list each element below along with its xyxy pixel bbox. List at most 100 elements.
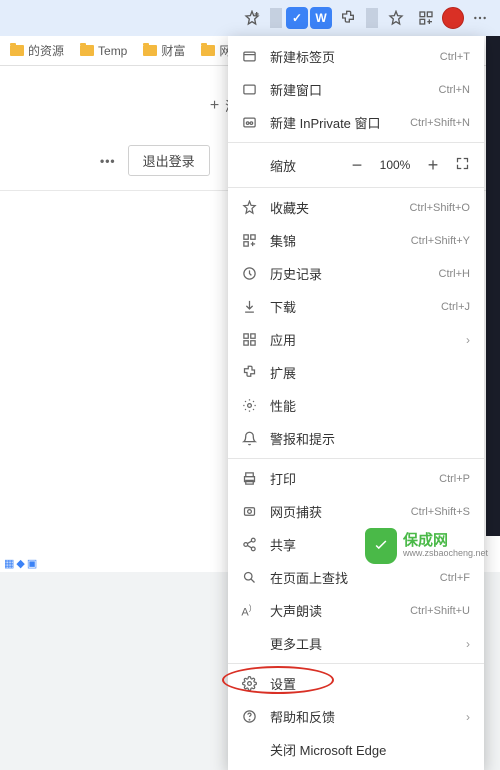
fullscreen-button[interactable] (455, 156, 470, 174)
profile-avatar[interactable] (442, 7, 464, 29)
menu-new-tab[interactable]: 新建标签页 Ctrl+T (228, 40, 484, 73)
blank-icon (240, 741, 258, 759)
menu-shortcut: Ctrl+Shift+S (411, 506, 470, 518)
favorites-icon (240, 199, 258, 217)
menu-capture[interactable]: 网页捕获 Ctrl+Shift+S (228, 495, 484, 528)
gear-icon (240, 675, 258, 693)
menu-print[interactable]: 打印 Ctrl+P (228, 462, 484, 495)
menu-downloads[interactable]: 下载 Ctrl+J (228, 290, 484, 323)
menu-separator (228, 663, 484, 664)
menu-favorites[interactable]: 收藏夹 Ctrl+Shift+O (228, 191, 484, 224)
menu-label: 在页面上查找 (270, 568, 428, 587)
menu-label: 更多工具 (270, 634, 454, 653)
zoom-percent: 100% (375, 158, 415, 172)
bookmark-item[interactable]: 财富 (137, 40, 191, 61)
chevron-right-icon: › (466, 637, 470, 651)
menu-label: 新建标签页 (270, 47, 428, 66)
menu-read-aloud[interactable]: A） 大声朗读 Ctrl+Shift+U (228, 594, 484, 627)
menu-label: 大声朗读 (270, 601, 398, 620)
menu-label: 应用 (270, 330, 454, 349)
downloads-icon (240, 298, 258, 316)
menu-collections[interactable]: 集锦 Ctrl+Shift+Y (228, 224, 484, 257)
menu-label: 历史记录 (270, 264, 427, 283)
star-add-icon[interactable] (238, 4, 266, 32)
menu-apps[interactable]: 应用 › (228, 323, 484, 356)
menu-shortcut: Ctrl+N (439, 84, 470, 96)
menu-shortcut: Ctrl+Shift+O (409, 202, 470, 214)
folder-icon (201, 45, 215, 56)
menu-label: 设置 (270, 674, 470, 693)
more-menu-button[interactable] (466, 4, 494, 32)
capture-icon (240, 503, 258, 521)
inprivate-icon (240, 114, 258, 132)
help-icon (240, 708, 258, 726)
more-dots-button[interactable]: ••• (100, 154, 116, 168)
folder-icon (143, 45, 157, 56)
menu-help[interactable]: 帮助和反馈 › (228, 700, 484, 733)
menu-shortcut: Ctrl+T (440, 51, 470, 63)
zoom-out-button[interactable]: − (345, 153, 369, 177)
menu-new-inprivate[interactable]: 新建 InPrivate 窗口 Ctrl+Shift+N (228, 106, 484, 139)
menu-label: 集锦 (270, 231, 399, 250)
new-window-icon (240, 81, 258, 99)
bookmark-label: 的资源 (28, 42, 64, 59)
menu-extensions[interactable]: 扩展 (228, 356, 484, 389)
zoom-in-button[interactable]: + (421, 153, 445, 177)
folder-icon (10, 45, 24, 56)
menu-shortcut: Ctrl+P (439, 473, 470, 485)
bell-icon (240, 430, 258, 448)
performance-icon (240, 397, 258, 415)
chevron-right-icon: › (466, 333, 470, 347)
watermark-url: www.zsbaocheng.net (403, 549, 488, 559)
folder-icon (80, 45, 94, 56)
menu-new-window[interactable]: 新建窗口 Ctrl+N (228, 73, 484, 106)
plus-icon: + (210, 97, 219, 115)
menu-performance[interactable]: 性能 (228, 389, 484, 422)
menu-history[interactable]: 历史记录 Ctrl+H (228, 257, 484, 290)
share-icon (240, 536, 258, 554)
menu-separator (228, 187, 484, 188)
task-badge-icon[interactable]: ✓ (286, 7, 308, 29)
menu-label: 警报和提示 (270, 429, 470, 448)
watermark: 保成网 www.zsbaocheng.net (365, 528, 488, 564)
menu-close-edge[interactable]: 关闭 Microsoft Edge (228, 733, 484, 766)
menu-separator (228, 142, 484, 143)
bookmark-item[interactable]: Temp (74, 42, 133, 60)
taskbar-icon[interactable]: ▦ (4, 557, 14, 570)
chevron-right-icon: › (466, 710, 470, 724)
menu-label: 网页捕获 (270, 502, 399, 521)
collections-icon[interactable] (412, 4, 440, 32)
menu-separator (228, 458, 484, 459)
logout-button[interactable]: 退出登录 (128, 145, 210, 176)
bookmark-label: Temp (98, 44, 127, 58)
workspace-badge-icon[interactable]: W (310, 7, 332, 29)
menu-zoom: 缩放 − 100% + (228, 146, 484, 184)
menu-alerts[interactable]: 警报和提示 (228, 422, 484, 455)
zoom-label: 缩放 (270, 156, 339, 175)
apps-icon (240, 331, 258, 349)
extensions-icon[interactable] (334, 4, 362, 32)
read-aloud-icon: A） (240, 602, 258, 620)
bookmark-label: 财富 (161, 42, 185, 59)
menu-shortcut: Ctrl+J (441, 301, 470, 313)
find-icon (240, 569, 258, 587)
taskbar-icon[interactable]: ▣ (27, 557, 37, 570)
favorites-icon[interactable] (382, 4, 410, 32)
menu-label: 新建窗口 (270, 80, 427, 99)
menu-label: 性能 (270, 396, 470, 415)
print-icon (240, 470, 258, 488)
more-context-menu: 新建标签页 Ctrl+T 新建窗口 Ctrl+N 新建 InPrivate 窗口… (228, 36, 484, 770)
menu-label: 扩展 (270, 363, 470, 382)
menu-settings[interactable]: 设置 (228, 667, 484, 700)
extensions-icon (240, 364, 258, 382)
menu-label: 帮助和反馈 (270, 707, 454, 726)
menu-shortcut: Ctrl+Shift+N (410, 117, 470, 129)
blank-icon (240, 635, 258, 653)
menu-find[interactable]: 在页面上查找 Ctrl+F (228, 561, 484, 594)
bookmark-item[interactable]: 的资源 (4, 40, 70, 61)
menu-more-tools[interactable]: 更多工具 › (228, 627, 484, 660)
browser-toolbar: ✓ W (0, 0, 500, 36)
side-panel-strip (486, 36, 500, 536)
taskbar-icon[interactable]: ◆ (16, 557, 24, 570)
shield-icon (365, 528, 397, 564)
